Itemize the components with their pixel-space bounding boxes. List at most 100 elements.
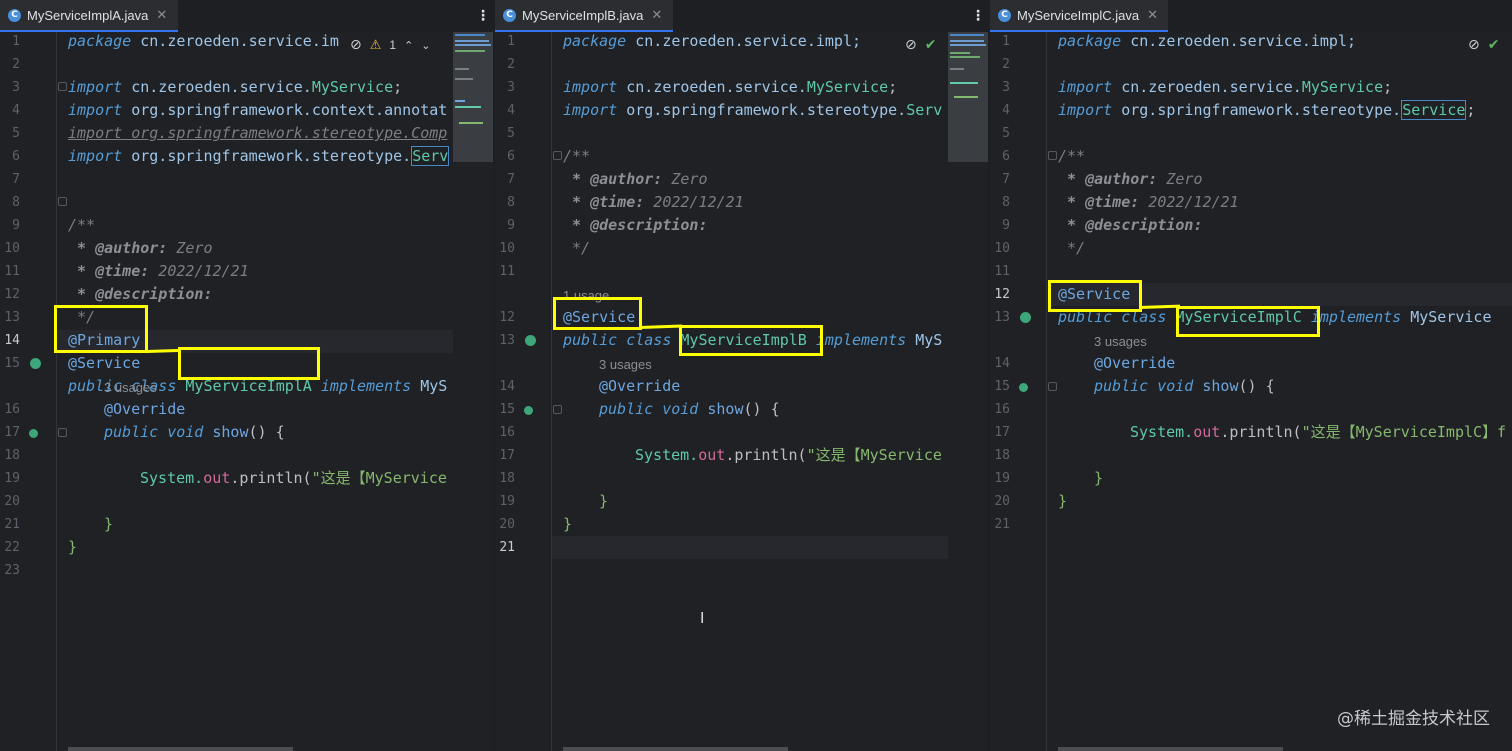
line-number: 12 [4,287,20,302]
close-icon[interactable]: ✕ [1147,8,1158,23]
fold-icon[interactable] [1048,151,1057,160]
fold-icon[interactable] [58,428,67,437]
java-class-icon: C [998,8,1011,22]
line-gutter: 1 2 3 4 5 6 7 8 9 10 11 12 13 14 15 16 1… [495,32,562,751]
implementation-gutter-icon[interactable] [1020,312,1031,323]
code-token: import [68,78,132,96]
line-number: 19 [4,471,20,486]
line-number: 15 [499,402,515,417]
previous-highlight-icon[interactable]: ⌃ [404,39,413,52]
usages-hint[interactable]: 3 usages [104,380,157,395]
close-icon[interactable]: ✕ [156,8,167,23]
code-token: * @author: [1058,170,1158,188]
fold-icon[interactable] [553,405,562,414]
code-token: @Override [104,400,186,418]
code-token: () { [743,400,780,418]
check-icon[interactable]: ✔ [925,37,937,53]
code-token: * @description: [68,285,213,303]
line-number: 20 [994,494,1010,509]
line-number: 17 [499,448,515,463]
override-gutter-icon[interactable] [524,406,533,415]
tab-bar: C MyServiceImplC.java ✕ [990,0,1512,33]
line-number: 13 [994,310,1010,325]
line-number: 9 [507,218,515,233]
code-token: .println( [725,446,807,464]
line-number: 16 [499,425,515,440]
fold-icon[interactable] [58,82,67,91]
override-gutter-icon[interactable] [29,429,38,438]
horizontal-scrollbar[interactable] [1058,747,1283,751]
line-number: 8 [507,195,515,210]
implementation-gutter-icon[interactable] [30,358,41,369]
more-options-icon[interactable]: ⋮ [476,8,490,24]
tab-myserviceimpla[interactable]: C MyServiceImplA.java ✕ [0,0,178,32]
line-number: 4 [507,103,515,118]
tab-bar: C MyServiceImplB.java ✕ ⋮ [495,0,988,33]
code-token: cn.zeroeden.service.impl; [635,32,862,50]
usages-hint[interactable]: 3 usages [599,357,652,372]
code-token: /** [68,216,96,234]
line-number: 3 [12,80,20,95]
code-token: System. [140,469,204,487]
next-highlight-icon[interactable]: ⌄ [421,39,430,52]
more-options-icon[interactable]: ⋮ [971,8,985,24]
code-token: MyService [1301,78,1384,96]
usages-hint[interactable]: 3 usages [1094,334,1147,349]
code-token: * @description: [1058,216,1203,234]
override-gutter-icon[interactable] [1019,383,1028,392]
line-number: 17 [994,425,1010,440]
java-class-icon: C [8,8,21,22]
line-number: 17 [4,425,20,440]
line-number: 3 [1002,80,1010,95]
code-token: ; [1466,101,1476,119]
line-number: 19 [994,471,1010,486]
check-icon[interactable]: ✔ [1488,37,1500,53]
code-token: * @time: [563,193,645,211]
code-token: .println( [230,469,312,487]
minimap[interactable] [948,32,988,162]
reader-mode-icon[interactable]: ⊘ [905,37,917,53]
code-token: MyService [1410,308,1492,326]
code-token: show [1202,377,1239,395]
code-token: import [68,147,132,165]
line-number: 14 [499,379,515,394]
code-token: "这是【MyServiceImplC】f [1301,423,1507,441]
tab-myserviceimplc[interactable]: C MyServiceImplC.java ✕ [990,0,1168,32]
line-number: 7 [1002,172,1010,187]
code-token: import [563,78,627,96]
editor-status: ⊘ ⚠ 1 ⌃ ⌄ [350,37,431,53]
code-token: MyService [806,78,889,96]
warning-icon[interactable]: ⚠ [370,38,382,53]
code-token: public void [599,400,708,418]
horizontal-scrollbar[interactable] [68,747,293,751]
code-token: } [1058,492,1068,510]
line-number: 11 [499,264,515,279]
code-token: show [212,423,249,441]
code-token: System. [1130,423,1194,441]
minimap[interactable] [453,32,493,162]
line-number: 6 [1002,149,1010,164]
close-icon[interactable]: ✕ [651,8,662,23]
warning-count: 1 [389,38,397,52]
reader-mode-icon[interactable]: ⊘ [350,37,362,53]
code-token: cn.zeroeden.service. [626,78,807,96]
code-editor[interactable]: 1 2 3 4 5 6 7 8 9 10 11 12 13 14 15 16 1… [990,32,1512,751]
reader-mode-icon[interactable]: ⊘ [1468,37,1480,53]
code-token: ; [393,78,403,96]
line-number: 10 [499,241,515,256]
fold-icon[interactable] [553,151,562,160]
implementation-gutter-icon[interactable] [525,335,536,346]
code-editor[interactable]: 1 2 3 4 5 6 7 8 9 10 11 12 13 14 15 16 1… [0,32,493,751]
line-number: 15 [994,379,1010,394]
text-cursor-icon: I [700,609,705,627]
editor-status: ⊘ ✔ [905,37,936,53]
code-editor[interactable]: 1 2 3 4 5 6 7 8 9 10 11 12 13 14 15 16 1… [495,32,988,751]
line-number: 18 [4,448,20,463]
tab-myserviceimplb[interactable]: C MyServiceImplB.java ✕ [495,0,673,32]
fold-icon[interactable] [58,197,67,206]
horizontal-scrollbar[interactable] [563,747,788,751]
line-number: 20 [499,517,515,532]
code-token: "这是【MyService [806,446,942,464]
code-token: } [599,492,609,510]
fold-icon[interactable] [1048,382,1057,391]
